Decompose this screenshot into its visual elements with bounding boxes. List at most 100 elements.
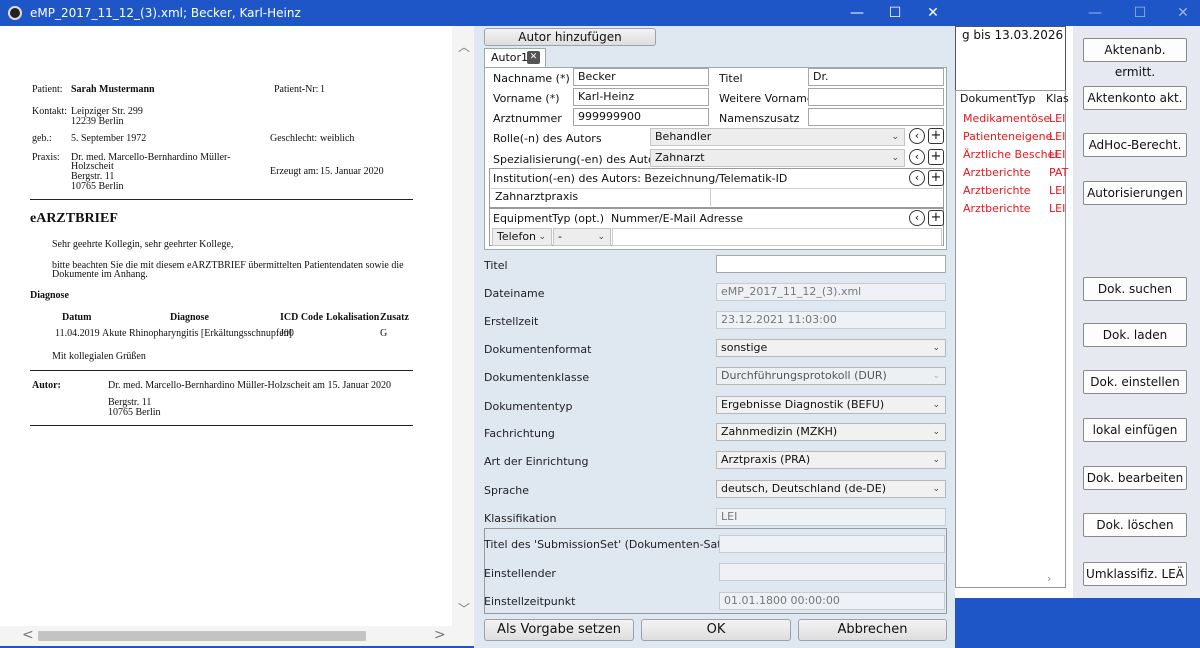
institution-add-icon[interactable]: + (928, 170, 944, 186)
middle-names-label: Weitere Vornamen (719, 92, 821, 105)
specialization-select[interactable]: Zahnarzt ⌄ (650, 149, 905, 167)
list-item-doctype[interactable]: Arztberichte (963, 166, 1031, 179)
list-item-class[interactable]: LEI (1049, 130, 1065, 143)
adhoc-permission-button[interactable]: AdHoc-Berecht. (1083, 133, 1187, 157)
chevron-down-icon: ⌄ (891, 132, 899, 142)
list-item-doctype[interactable]: Ärztliche Beschei (963, 148, 1057, 161)
role-label: Rolle(-n) des Autors (493, 132, 602, 145)
authorizations-button[interactable]: Autorisierungen (1083, 181, 1187, 205)
chevron-down-icon: ⌄ (597, 232, 605, 242)
list-item-doctype[interactable]: Arztberichte (963, 202, 1031, 215)
list-item-class[interactable]: PAT (1049, 166, 1068, 179)
document-account-button[interactable]: Aktenanb. ermitt. (1083, 38, 1187, 79)
role-select[interactable]: Behandler ⌄ (650, 128, 905, 146)
background-document-list[interactable] (955, 90, 1066, 588)
search-documents-button[interactable]: Dok. suchen (1083, 277, 1187, 301)
list-item-class[interactable]: LEI (1049, 148, 1065, 161)
field-select[interactable]: Arztpraxis (PRA) ⌄ (716, 451, 946, 469)
column-header-class[interactable]: Klas (1046, 92, 1069, 105)
submissionset-title-field[interactable] (719, 535, 945, 553)
field-select[interactable]: Ergebnisse Diagnostik (BEFU) ⌄ (716, 396, 946, 414)
edit-documents-button[interactable]: Dok. bearbeiten (1083, 466, 1187, 490)
field-label: Sprache (484, 484, 530, 497)
field-input[interactable]: 23.12.2021 11:03:00 (716, 311, 946, 329)
field-select[interactable]: sonstige ⌄ (716, 339, 946, 357)
add-author-button[interactable]: Autor hinzufügen (484, 28, 656, 46)
load-documents-button[interactable]: Dok. laden (1083, 323, 1187, 347)
minimize-button[interactable]: — (836, 0, 878, 26)
list-item-class[interactable]: LEI (1049, 202, 1065, 215)
close-tab-icon[interactable]: ✕ (527, 51, 540, 64)
col-icd: ICD Code (280, 312, 324, 323)
field-select[interactable]: Zahnmedizin (MZKH) ⌄ (716, 423, 946, 441)
account-update-button[interactable]: Aktenkonto akt. (1083, 86, 1187, 110)
cancel-button[interactable]: Abbrechen (798, 619, 947, 641)
title-field[interactable]: Dr. (808, 68, 944, 86)
number-field[interactable] (612, 228, 942, 246)
gender-label: Geschlecht: (270, 133, 318, 144)
scroll-up-icon[interactable]: ︿ (458, 38, 470, 55)
name-suffix-field[interactable] (808, 108, 944, 126)
background-maximize-button[interactable]: ☐ (1125, 0, 1155, 26)
list-item-doctype[interactable]: Medikamentöse (963, 112, 1050, 125)
list-item-class[interactable]: LEI (1049, 112, 1065, 125)
institution-back-icon[interactable]: ‹ (909, 170, 925, 186)
diagnosis-heading: Diagnose (30, 290, 69, 301)
submission-time-field[interactable]: 01.01.1800 00:00:00 (719, 592, 945, 610)
divider (30, 199, 413, 200)
delete-documents-button[interactable]: Dok. löschen (1083, 513, 1187, 537)
field-input[interactable] (716, 255, 946, 273)
body-line2: Dokumente im Anhang. (52, 269, 148, 280)
equipment-back-icon[interactable]: ‹ (909, 210, 925, 226)
divider (30, 370, 413, 371)
tab-author1-label[interactable]: Autor1 (491, 51, 528, 64)
chevron-down-icon: ⌄ (932, 343, 940, 353)
vertical-scrollbar[interactable] (452, 26, 474, 626)
background-minimize-button[interactable]: — (1080, 0, 1110, 26)
set-default-button[interactable]: Als Vorgabe setzen (484, 619, 634, 641)
scroll-right-icon[interactable]: › (1047, 572, 1065, 586)
equipment-select[interactable]: Telefon ⌄ (492, 228, 552, 246)
scroll-left-icon[interactable]: < (22, 627, 34, 643)
list-item-doctype[interactable]: Arztberichte (963, 184, 1031, 197)
firstname-field[interactable]: Karl-Heinz (573, 88, 709, 106)
field-select[interactable]: deutsch, Deutschland (de-DE) ⌄ (716, 480, 946, 498)
reclassify-button[interactable]: Umklassifiz. LEÄ (1083, 562, 1187, 586)
role-back-icon[interactable]: ‹ (909, 128, 925, 144)
scroll-down-icon[interactable]: ﹀ (458, 600, 470, 617)
institution-id-field[interactable] (711, 188, 942, 206)
contact-city: 12239 Berlin (71, 116, 124, 127)
birthdate: 5. September 1972 (71, 133, 147, 144)
scroll-right-icon[interactable]: > (434, 627, 446, 643)
submitter-field[interactable] (719, 563, 945, 581)
specialization-label: Spezialisierung(-en) des Autors (493, 153, 665, 166)
submit-documents-button[interactable]: Dok. einstellen (1083, 370, 1187, 394)
field-label: Erstellzeit (484, 315, 539, 328)
field-value: LEI (721, 510, 738, 523)
specialization-add-icon[interactable]: + (928, 149, 944, 165)
maximize-button[interactable]: ☐ (874, 0, 916, 26)
col-date: Datum (62, 312, 92, 323)
ok-button[interactable]: OK (641, 619, 791, 641)
field-input[interactable]: LEI (716, 508, 946, 526)
close-button[interactable]: ✕ (912, 0, 954, 26)
horizontal-scroll-thumb[interactable] (38, 631, 366, 641)
equipment-add-icon[interactable]: + (928, 210, 944, 226)
list-item-class[interactable]: LEI (1049, 184, 1065, 197)
field-value: sonstige (721, 341, 768, 354)
field-input[interactable]: eMP_2017_11_12_(3).xml (716, 283, 946, 301)
institution-name-field[interactable]: Zahnarztpraxis (491, 188, 711, 206)
field-label: Dokumentenklasse (484, 371, 590, 384)
insert-local-button[interactable]: lokal einfügen (1083, 418, 1187, 442)
practice-label: Praxis: (32, 152, 60, 163)
column-header-doctype[interactable]: DokumentTyp (960, 92, 1035, 105)
lastname-field[interactable]: Becker (573, 68, 709, 86)
role-add-icon[interactable]: + (928, 128, 944, 144)
specialization-back-icon[interactable]: ‹ (909, 149, 925, 165)
middle-names-field[interactable] (808, 88, 944, 106)
doctor-number-field[interactable]: 999999900 (573, 108, 709, 126)
list-item-doctype[interactable]: Patienteneigene (963, 130, 1052, 143)
field-select[interactable]: Durchführungsprotokoll (DUR) ⌄ (716, 367, 946, 385)
type-select[interactable]: - ⌄ (553, 228, 611, 246)
background-close-button[interactable]: ✕ (1168, 0, 1198, 26)
